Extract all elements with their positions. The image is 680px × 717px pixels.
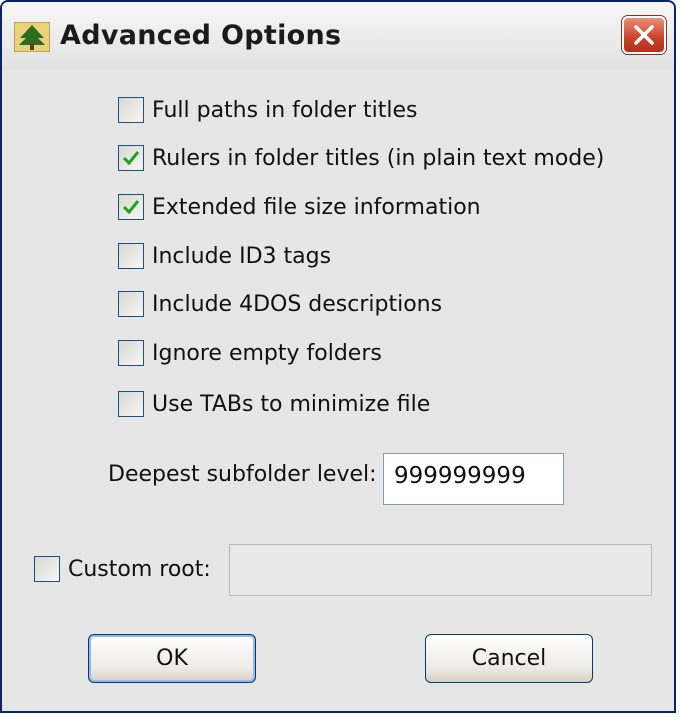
ok-button[interactable]: OK [88,634,256,683]
checkbox[interactable] [118,291,144,317]
advanced-options-dialog: Advanced Options Full paths in folder ti… [0,0,676,713]
option-label: Extended file size information [152,194,481,220]
option-extended-size[interactable]: Extended file size information [118,191,481,223]
checkbox[interactable] [118,145,144,171]
option-4dos[interactable]: Include 4DOS descriptions [118,288,442,320]
window-title: Advanced Options [60,20,342,51]
option-id3-tags[interactable]: Include ID3 tags [118,240,331,272]
cancel-button[interactable]: Cancel [425,634,593,683]
dialog-content: Full paths in folder titles Rulers in fo… [2,70,674,711]
option-label: Full paths in folder titles [152,97,418,123]
option-full-paths[interactable]: Full paths in folder titles [118,94,417,126]
option-label: Use TABs to minimize file [152,391,431,417]
checkbox[interactable] [118,194,144,220]
close-button[interactable] [622,16,666,54]
close-icon [634,25,654,45]
title-bar: Advanced Options [2,2,674,71]
checkbox[interactable] [118,340,144,366]
checkbox[interactable] [34,556,60,582]
option-label: Include ID3 tags [152,243,332,269]
check-mark-icon [122,200,140,215]
checkbox[interactable] [118,243,144,269]
depth-input[interactable]: 999999999 [383,453,564,505]
check-mark-icon [122,151,140,166]
custom-root-label: Custom root: [68,556,211,582]
option-use-tabs[interactable]: Use TABs to minimize file [118,388,430,420]
custom-root-input[interactable] [229,544,652,596]
custom-root-option[interactable]: Custom root: [34,553,211,585]
checkbox[interactable] [118,97,144,123]
option-ignore-empty[interactable]: Ignore empty folders [118,337,382,369]
option-label: Rulers in folder titles (in plain text m… [152,145,605,171]
option-label: Ignore empty folders [152,340,382,366]
option-label: Include 4DOS descriptions [152,291,443,317]
checkbox[interactable] [118,391,144,417]
depth-label: Deepest subfolder level: [108,462,377,487]
tree-icon [14,22,50,52]
option-rulers[interactable]: Rulers in folder titles (in plain text m… [118,142,604,174]
